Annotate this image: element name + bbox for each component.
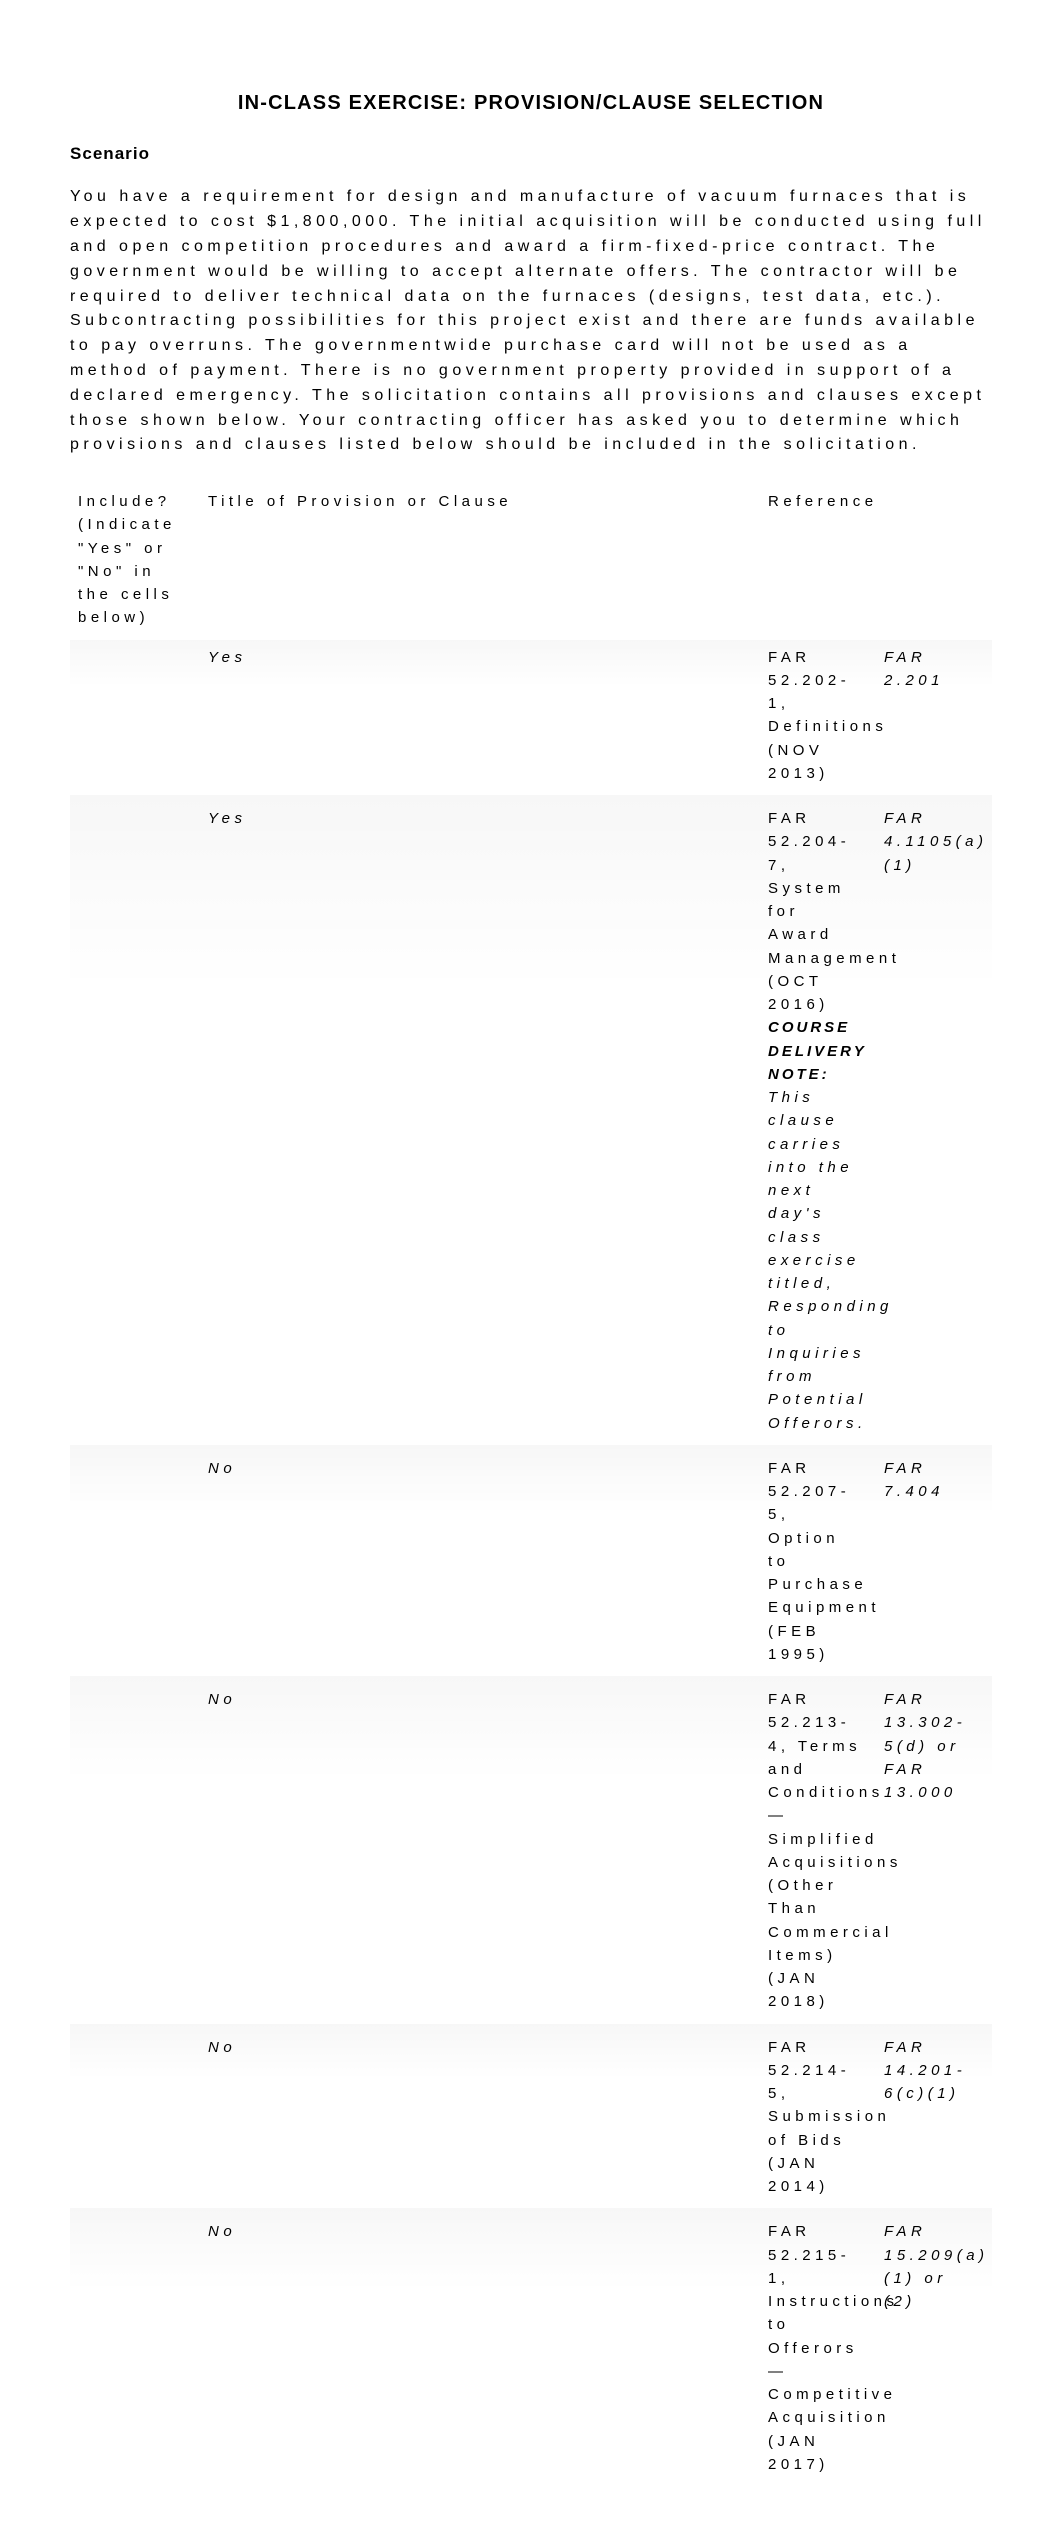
include-cell: Yes (200, 795, 760, 1445)
table-row: Yes FAR 52.202-1, Definitions (NOV 2013)… (70, 640, 992, 796)
title-cell: FAR 52.215-1, Instructions to Offerors —… (760, 2208, 876, 2486)
table-row: No FAR 52.213-4, Terms and Conditions—Si… (70, 1676, 992, 2024)
title-cell: FAR 52.214-5, Submission of Bids (JAN 20… (760, 2024, 876, 2209)
clause-table: Include? (Indicate "Yes" or "No" in the … (70, 484, 992, 2486)
ref-cell: FAR 14.201-6(c)(1) (876, 2024, 992, 2209)
table-row: Yes FAR 52.204-7, System for Award Manag… (70, 795, 992, 1445)
title-cell: FAR 52.202-1, Definitions (NOV 2013) (760, 640, 876, 796)
table-row: No FAR 52.215-1, Instructions to Offeror… (70, 2208, 992, 2486)
ref-cell: FAR 2.201 (876, 640, 992, 796)
exercise-title: IN-CLASS EXERCISE: PROVISION/CLAUSE SELE… (70, 88, 992, 119)
page: IN-CLASS EXERCISE: PROVISION/CLAUSE SELE… (0, 0, 1062, 2546)
course-delivery-note-rest: This clause carries into the next day's … (768, 1089, 893, 1432)
col-include-header: Include? (Indicate "Yes" or "No" in the … (70, 484, 200, 640)
course-delivery-note-lead: COURSE DELIVERY NOTE: (768, 1019, 866, 1083)
include-cell: No (200, 1676, 760, 2024)
include-cell: No (200, 2208, 760, 2486)
ref-cell: FAR 15.209(a)(1) or (2) (876, 2208, 992, 2486)
include-cell: No (200, 1445, 760, 1676)
scenario-body: You have a requirement for design and ma… (70, 185, 992, 458)
include-cell: No (200, 2024, 760, 2209)
include-cell: Yes (200, 640, 760, 796)
col-ref-header: Reference (760, 484, 876, 640)
ref-cell: FAR 4.1105(a)(1) (876, 795, 992, 1445)
ref-cell: FAR 13.302-5(d) or FAR 13.000 (876, 1676, 992, 2024)
title-cell: FAR 52.204-7, System for Award Managemen… (760, 795, 876, 1445)
col-title-header: Title of Provision or Clause (200, 484, 760, 640)
ref-cell: FAR 7.404 (876, 1445, 992, 1676)
title-cell: FAR 52.213-4, Terms and Conditions—Simpl… (760, 1676, 876, 2024)
title-cell: FAR 52.207-5, Option to Purchase Equipme… (760, 1445, 876, 1676)
table-row: No FAR 52.207-5, Option to Purchase Equi… (70, 1445, 992, 1676)
table-row: No FAR 52.214-5, Submission of Bids (JAN… (70, 2024, 992, 2209)
table-header-row: Include? (Indicate "Yes" or "No" in the … (70, 484, 992, 640)
scenario-heading: Scenario (70, 141, 992, 167)
